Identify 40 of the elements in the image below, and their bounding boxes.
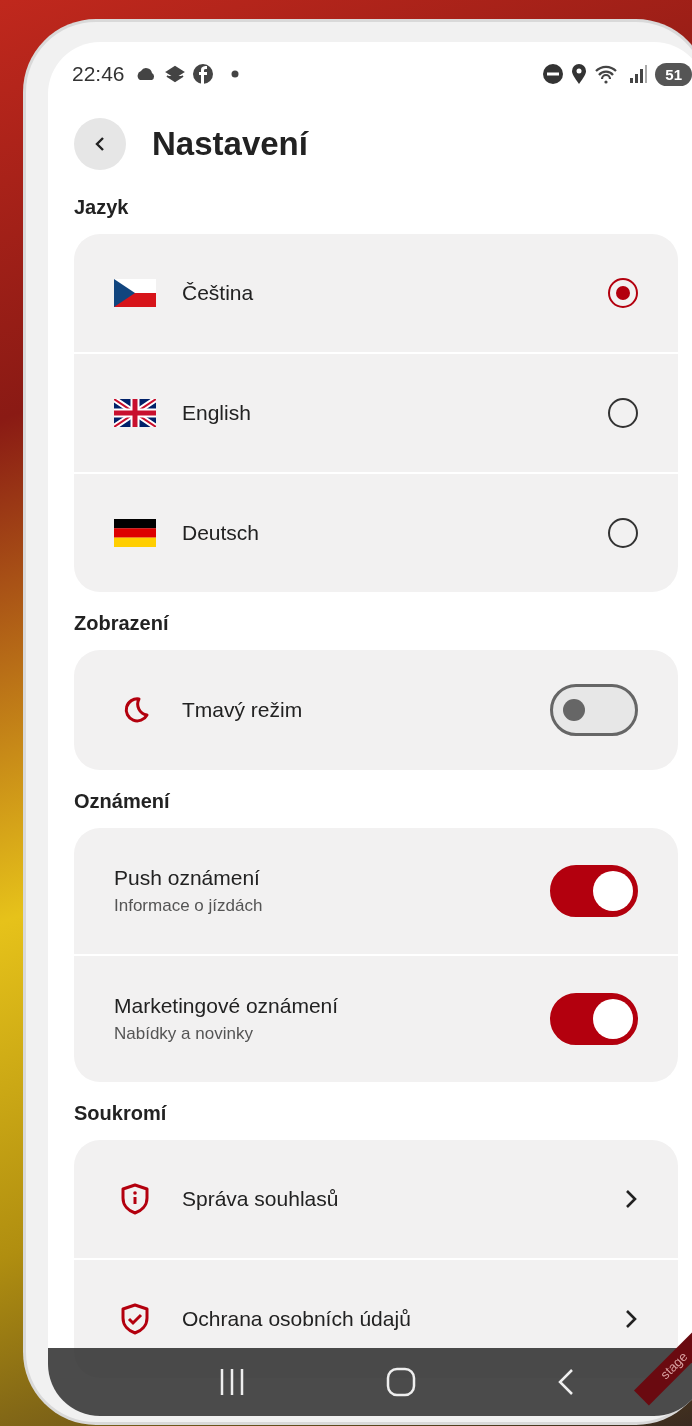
setting-label[interactable]: Marketingové oznámení [114,994,550,1018]
section-title: Oznámení [74,790,171,813]
setting-label[interactable]: Push oznámení [114,866,550,890]
signal-icon [629,64,648,84]
do-not-disturb-icon [543,64,564,84]
setting-label[interactable]: Správa souhlasů [182,1187,598,1211]
home-button[interactable] [386,1367,416,1397]
section-title: Jazyk [74,196,130,219]
setting-label[interactable]: Ochrana osobních údajů [182,1307,598,1331]
radio-button[interactable] [608,518,638,548]
toggle-switch[interactable] [550,684,638,736]
section-title: Soukromí [74,1102,168,1125]
toggle-switch[interactable] [550,865,638,917]
shield-check-icon [121,1303,149,1335]
setting-label[interactable]: Čeština [182,281,582,305]
dot-icon [230,70,239,78]
status-time: 22:46 [72,62,125,86]
chevron-right-icon[interactable] [624,1308,638,1330]
page-title: Nastavení [152,125,308,163]
shield-info-icon [121,1183,149,1215]
location-icon [571,64,588,84]
setting-description: Nabídky a novinky [114,1024,254,1044]
flag-icon [114,399,156,427]
setting-label[interactable]: Deutsch [182,521,582,545]
chevron-right-icon[interactable] [624,1188,638,1210]
back-nav-button[interactable] [557,1368,576,1396]
facebook-icon [192,64,213,84]
section-title: Zobrazení [74,612,170,635]
flag-icon [114,279,156,307]
layers-icon [164,64,185,84]
radio-button[interactable] [608,398,638,428]
battery-level: 51 [655,62,692,86]
radio-button[interactable] [608,278,638,308]
setting-label[interactable]: English [182,401,582,425]
toggle-switch[interactable] [550,993,638,1045]
setting-description: Informace o jízdách [114,896,264,916]
recents-button[interactable] [218,1367,245,1397]
setting-label[interactable]: Tmavý režim [182,698,524,722]
chevron-left-icon [94,136,106,152]
flag-icon [114,519,156,547]
